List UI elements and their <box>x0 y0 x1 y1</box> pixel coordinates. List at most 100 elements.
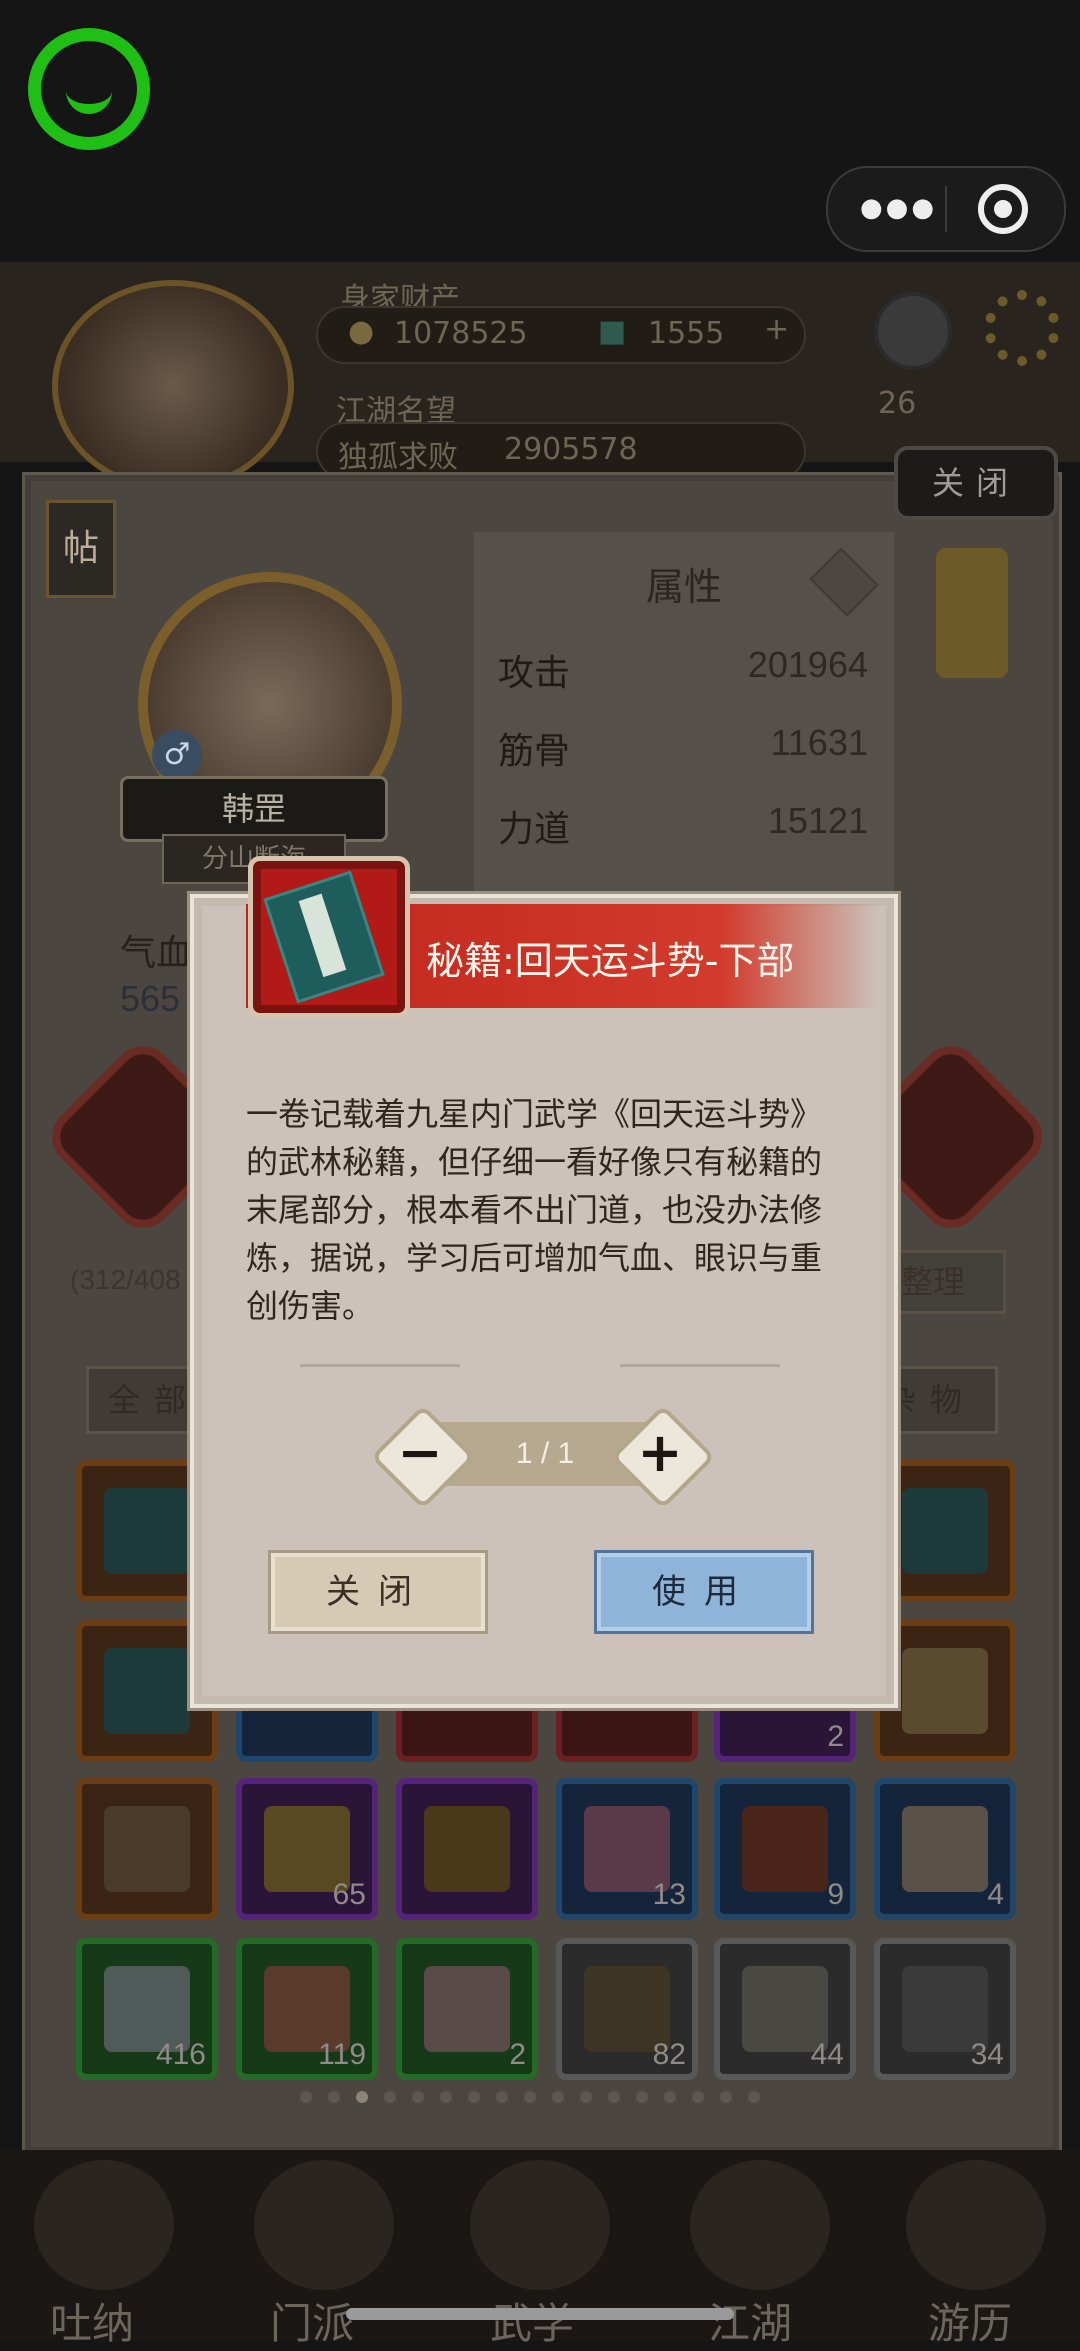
item-count: 416 <box>155 2038 206 2071</box>
item-count: 65 <box>332 1878 366 1911</box>
home-indicator[interactable] <box>346 2308 734 2320</box>
scroll-book-icon <box>902 1488 988 1574</box>
capsule-divider <box>945 186 947 232</box>
attr-row-bone: 筋骨 11631 <box>498 722 868 774</box>
inventory-slot[interactable]: 119 <box>236 1938 378 2080</box>
inventory-slot[interactable]: 34 <box>874 1938 1016 2080</box>
jade-icon: ■ <box>598 314 627 349</box>
item-count: 2 <box>509 2038 526 2071</box>
minus-icon[interactable]: − <box>370 1416 470 1490</box>
gold-value: 1078525 <box>394 316 528 351</box>
nav-travel-icon[interactable] <box>906 2160 1046 2290</box>
page-dot[interactable] <box>664 2091 676 2103</box>
page-dot[interactable] <box>608 2091 620 2103</box>
player-avatar[interactable] <box>52 280 294 492</box>
page-dot-active[interactable] <box>356 2091 368 2103</box>
mini-program-capsule[interactable]: ●●● <box>826 166 1066 252</box>
attr-value: 11631 <box>770 722 868 763</box>
page-dot[interactable] <box>300 2091 312 2103</box>
add-jade-icon[interactable]: + <box>764 312 789 347</box>
item-count: 13 <box>652 1878 686 1911</box>
item-count: 44 <box>810 2038 844 2071</box>
gear-icon[interactable] <box>984 290 1060 366</box>
nav-martial-icon[interactable] <box>470 2160 610 2290</box>
teapot-icon <box>742 1806 828 1892</box>
blood-value: 565 <box>120 978 181 1019</box>
page-dot[interactable] <box>440 2091 452 2103</box>
book-icon <box>104 1806 190 1892</box>
inventory-slot[interactable]: 82 <box>556 1938 698 2080</box>
attr-label: 攻击 <box>498 653 571 694</box>
gold-icon: ● <box>348 314 375 349</box>
scroll-book-icon <box>104 1648 190 1734</box>
item-count: 4 <box>987 1878 1004 1911</box>
page-dot[interactable] <box>468 2091 480 2103</box>
red-scroll-icon <box>424 1966 510 2052</box>
close-button[interactable]: 关闭 <box>268 1550 488 1634</box>
paper-icon <box>902 1648 988 1734</box>
page-dot[interactable] <box>720 2091 732 2103</box>
page-dot[interactable] <box>496 2091 508 2103</box>
nav-tuna-icon[interactable] <box>34 2160 174 2290</box>
page-dot[interactable] <box>636 2091 648 2103</box>
manual-icon <box>902 1806 988 1892</box>
inventory-slot[interactable]: 65 <box>236 1778 378 1920</box>
more-dots-icon[interactable]: ●●● <box>860 195 937 221</box>
attr-label: 筋骨 <box>498 731 571 772</box>
nav-martial[interactable]: 武学 <box>490 2290 574 2351</box>
item-description: 一卷记载着九星内门武学《回天运斗势》的武林秘籍，但仔细一看好像只有秘籍的末尾部分… <box>246 1095 823 1325</box>
page-dot[interactable] <box>412 2091 424 2103</box>
yinyang-count: 26 <box>878 386 917 421</box>
nav-jianghu[interactable]: 江湖 <box>708 2290 792 2351</box>
nav-jianghu-icon[interactable] <box>690 2160 830 2290</box>
inventory-slot[interactable]: 416 <box>76 1938 218 2080</box>
page-dot[interactable] <box>328 2091 340 2103</box>
blood-label: 气血 <box>120 933 193 974</box>
item-count: 119 <box>318 2038 366 2071</box>
page-dot[interactable] <box>748 2091 760 2103</box>
scroll-book-icon <box>104 1488 190 1574</box>
amulet-icon <box>424 1806 510 1892</box>
target-icon[interactable] <box>978 184 1028 234</box>
item-count: 9 <box>827 1878 844 1911</box>
attr-value: 201964 <box>747 644 868 685</box>
inventory-slot[interactable]: 9 <box>714 1778 856 1920</box>
jade-value: 1555 <box>648 316 725 351</box>
inventory-slot[interactable]: 4 <box>874 1778 1016 1920</box>
page-dot[interactable] <box>580 2091 592 2103</box>
inventory-slot[interactable] <box>396 1778 538 1920</box>
inventory-slot[interactable]: 44 <box>714 1938 856 2080</box>
page-dot[interactable] <box>692 2091 704 2103</box>
item-count: 82 <box>652 2038 686 2071</box>
attr-value: 15121 <box>767 800 868 841</box>
page-dot[interactable] <box>384 2091 396 2103</box>
attr-label: 力道 <box>498 809 571 850</box>
item-count: 2 <box>827 1720 844 1753</box>
currency-bar: ● 1078525 ■ 1555 + <box>316 306 806 364</box>
nav-sect[interactable]: 门派 <box>270 2290 354 2351</box>
yinyang-icon[interactable] <box>874 292 952 370</box>
fame-value: 2905578 <box>504 432 638 467</box>
dialog-title: 秘籍:回天运斗势-下部 <box>426 939 795 983</box>
divider-right <box>620 1364 780 1367</box>
item-count: 34 <box>970 2038 1004 2071</box>
inventory-slot[interactable] <box>76 1778 218 1920</box>
bag-capacity: (312/408 <box>70 1264 181 1295</box>
nav-sect-icon[interactable] <box>254 2160 394 2290</box>
panel-close-button[interactable]: 关闭 <box>894 446 1058 520</box>
page-dot[interactable] <box>524 2091 536 2103</box>
divider-left <box>300 1364 460 1367</box>
page-dot[interactable] <box>552 2091 564 2103</box>
inventory-slot[interactable]: 13 <box>556 1778 698 1920</box>
male-icon: ♂ <box>152 730 202 780</box>
invitation-button[interactable]: 帖 <box>46 500 116 598</box>
attr-row-attack: 攻击 201964 <box>498 644 868 696</box>
plus-icon[interactable]: + <box>610 1416 710 1490</box>
page-indicator <box>300 2088 780 2104</box>
jade-pendant-icon[interactable] <box>936 548 1008 678</box>
nav-tuna[interactable]: 吐纳 <box>50 2290 134 2351</box>
nav-travel[interactable]: 游历 <box>928 2290 1012 2351</box>
inventory-slot[interactable]: 2 <box>396 1938 538 2080</box>
fame-title: 独孤求败 <box>338 440 458 475</box>
use-button[interactable]: 使用 <box>594 1550 814 1634</box>
